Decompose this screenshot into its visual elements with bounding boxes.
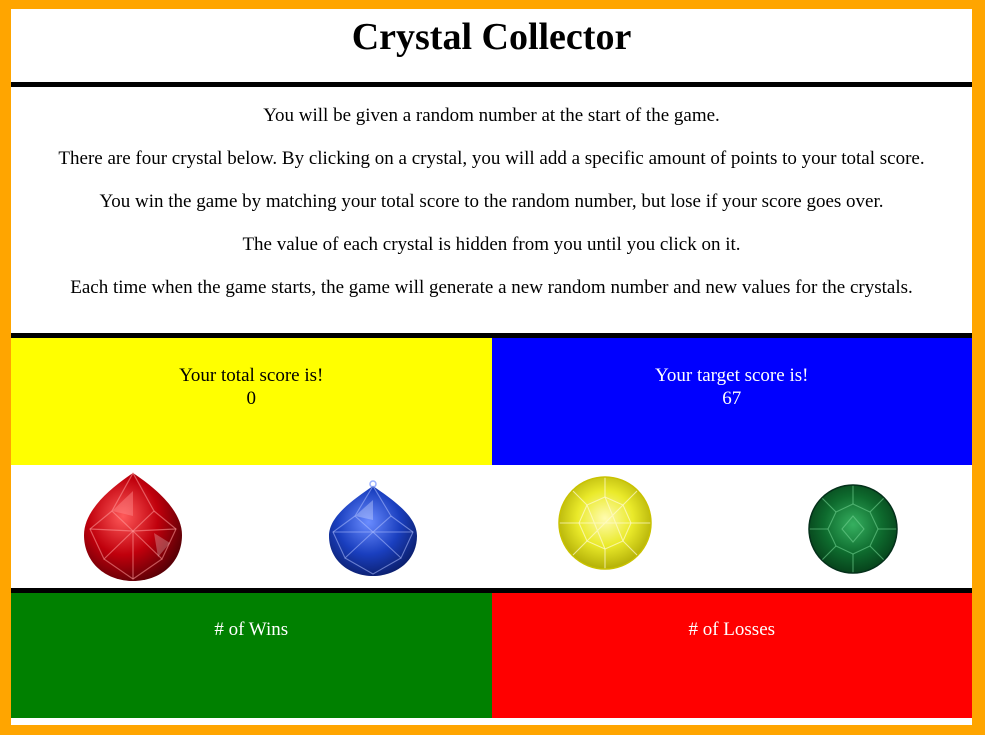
yellow-crystal-button[interactable] <box>557 475 653 575</box>
green-crystal-button[interactable] <box>808 484 898 578</box>
target-score-value: 67 <box>722 388 742 409</box>
scores-row: Your total score is! 0 Your target score… <box>11 338 972 465</box>
crystals-row <box>11 465 972 593</box>
instruction-line: You will be given a random number at the… <box>263 105 720 126</box>
wins-panel: # of Wins <box>11 593 492 718</box>
red-crystal-button[interactable] <box>82 471 184 587</box>
game-container: Crystal Collector You will be given a ra… <box>11 9 972 725</box>
total-score-value: 0 <box>246 388 257 409</box>
red-crystal-icon <box>84 471 182 581</box>
total-score-panel: Your total score is! 0 <box>11 338 492 465</box>
wins-label: # of Wins <box>214 619 289 640</box>
green-crystal-icon <box>808 484 898 574</box>
losses-panel: # of Losses <box>491 593 972 718</box>
target-score-panel: Your target score is! 67 <box>491 338 972 465</box>
records-row: # of Wins # of Losses <box>11 593 972 718</box>
total-score-label: Your total score is! <box>179 365 324 386</box>
blue-crystal-icon <box>329 480 417 576</box>
instruction-line: You win the game by matching your total … <box>99 191 884 212</box>
instructions: You will be given a random number at the… <box>11 87 972 338</box>
losses-label: # of Losses <box>688 619 776 640</box>
target-score-label: Your target score is! <box>655 365 809 386</box>
page-title: Crystal Collector <box>351 16 632 58</box>
yellow-crystal-icon <box>558 476 652 570</box>
header: Crystal Collector <box>11 9 972 87</box>
instruction-line: The value of each crystal is hidden from… <box>242 234 741 255</box>
blue-crystal-button[interactable] <box>327 478 419 582</box>
instruction-line: Each time when the game starts, the game… <box>70 277 913 298</box>
instruction-line: There are four crystal below. By clickin… <box>58 148 925 169</box>
